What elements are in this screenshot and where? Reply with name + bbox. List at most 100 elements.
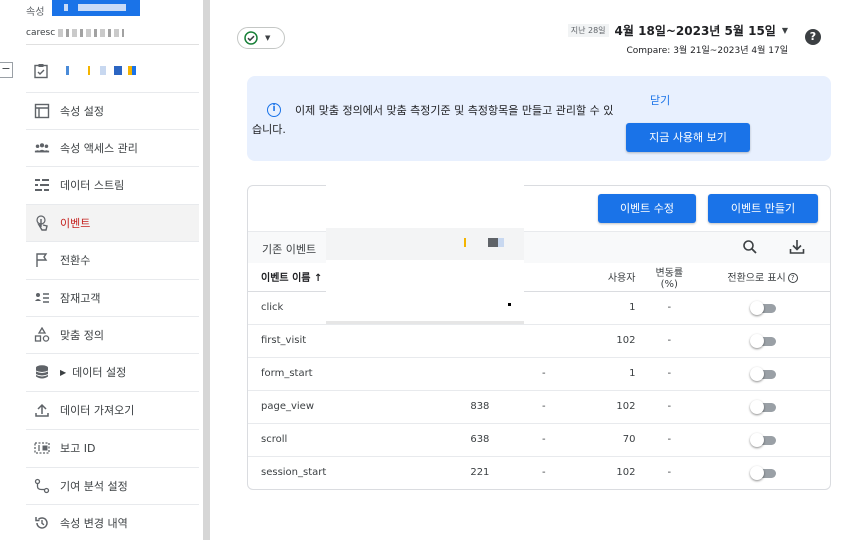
audience-icon (34, 290, 50, 306)
dismiss-link[interactable]: 닫기 (650, 92, 670, 108)
sidebar-item-label: 속성 변경 내역 (60, 517, 128, 530)
sidebar-item-upload[interactable]: 데이터 가져오기 (26, 391, 199, 428)
try-now-button[interactable]: 지금 사용해 보기 (626, 123, 750, 152)
sidebar-item-label: 전환수 (60, 254, 91, 267)
people-icon (34, 140, 50, 156)
event-count-cell (416, 357, 498, 391)
conversion-toggle[interactable] (749, 300, 776, 315)
event-count-change-cell: - (541, 467, 546, 479)
mark-conversion-cell (695, 423, 830, 457)
redacted-mark (508, 303, 511, 306)
event-count-cell: 838 (416, 390, 498, 424)
download-icon[interactable] (788, 238, 806, 256)
conversion-toggle[interactable] (749, 399, 776, 414)
event-name-cell[interactable]: form_start (248, 357, 417, 391)
users-cell: 102 (553, 324, 644, 358)
sidebar-item-label: 데이터 설정 (72, 366, 127, 379)
table-row[interactable]: session_start 221 - 102 - (248, 456, 830, 489)
sidebar-item-people[interactable]: 속성 액세스 관리 (26, 129, 199, 166)
mark-conversion-label: 전환으로 표시 (727, 273, 786, 285)
event-count-cell: 638 (416, 423, 498, 457)
help-circle-icon[interactable]: ? (787, 273, 798, 284)
chevron-down-icon[interactable]: ▼ (782, 26, 788, 35)
toggle-knob (749, 465, 764, 480)
event-name-cell[interactable]: first_visit (248, 324, 417, 358)
event-name-cell[interactable]: page_view (248, 390, 417, 424)
create-event-button[interactable]: 이벤트 만들기 (708, 194, 818, 223)
sidebar-item-attribution[interactable]: 기여 분석 설정 (26, 467, 199, 504)
date-range-picker[interactable]: 지난 28일 4월 18일~2023년 5월 15일 ▼ Compare: 3월… (567, 22, 788, 56)
clipboard-check-icon (33, 63, 49, 79)
info-banner: i 이제 맞춤 정의에서 맞춤 측정기준 및 측정항목을 만들고 관리할 수 있… (247, 76, 831, 161)
help-icon[interactable]: ? (805, 29, 821, 45)
sidebar-item-history[interactable]: 속성 변경 내역 (26, 504, 199, 540)
event-count-change-cell (497, 324, 554, 358)
sidebar-item-shapes[interactable]: 맞춤 정의 (26, 316, 199, 353)
toggle-knob (749, 366, 764, 381)
banner-message: 이제 맞춤 정의에서 맞춤 측정기준 및 측정항목을 만들고 관리할 수 있습니… (252, 104, 614, 136)
sidebar-item-database[interactable]: ▶ 데이터 설정 (26, 353, 199, 390)
toggle-knob (749, 432, 764, 447)
sidebar-item-audience[interactable]: 잠재고객 (26, 279, 199, 316)
table-row[interactable]: first_visit 102- (248, 324, 830, 358)
column-header-mark-conversion: 전환으로 표시? (695, 263, 830, 292)
users-cell: 1 (553, 357, 644, 391)
property-selector[interactable] (52, 0, 140, 16)
sidebar-item-touch[interactable]: 이벤트 (26, 204, 199, 241)
column-header-users[interactable]: 사용자 (553, 263, 644, 292)
sidebar-item-reporting-id[interactable]: 보고 ID (26, 429, 199, 466)
divider (26, 44, 199, 45)
expand-arrow-icon[interactable]: ▶ (60, 368, 66, 377)
users-cell: 102 (616, 467, 636, 479)
streams-icon (34, 177, 50, 193)
date-range-label[interactable]: 4월 18일~2023년 5월 15일 (615, 22, 776, 39)
sidebar-resize-handle[interactable] (203, 0, 210, 540)
existing-events-title: 기존 이벤트 (262, 243, 317, 256)
sidebar-item-flag[interactable]: 전환수 (26, 241, 199, 278)
sidebar-item-label: 속성 설정 (60, 105, 104, 118)
sidebar-item-streams[interactable]: 데이터 스트림 (26, 166, 199, 203)
sidebar-item-label: 보고 ID (60, 442, 96, 455)
conversion-toggle[interactable] (749, 465, 776, 480)
users-change-cell: - (643, 324, 696, 358)
upload-icon (34, 402, 50, 418)
mark-conversion-cell (695, 357, 830, 391)
status-dropdown[interactable]: ▼ (237, 27, 285, 49)
mark-conversion-cell (695, 291, 830, 325)
reporting-id-icon (34, 440, 50, 456)
search-icon[interactable] (741, 238, 759, 256)
compare-range-label: Compare: 3월 21일~2023년 4월 17일 (626, 46, 788, 56)
users-cell: 102 (553, 390, 644, 424)
conversion-toggle[interactable] (749, 432, 776, 447)
sidebar: 속성 caresc − 속성 설정 속성 액세스 관리 데이터 스트림 이벤트 전환수 잠… (0, 0, 203, 540)
column-header-change-pct[interactable]: 변동률(%) (643, 263, 696, 292)
sidebar-item-label: 기여 분석 설정 (60, 480, 128, 493)
users-cell: 70 (553, 423, 644, 457)
table-row[interactable]: form_start -1- (248, 357, 830, 391)
conversion-toggle[interactable] (749, 333, 776, 348)
users-change-cell: - (643, 423, 696, 457)
users-change-cell: - (643, 357, 696, 391)
sidebar-item-window[interactable]: 속성 설정 (26, 92, 199, 129)
collapse-sidebar-button[interactable]: − (0, 62, 13, 78)
redaction-overlay (326, 228, 524, 324)
event-name-cell[interactable]: scroll (248, 423, 417, 457)
mark-conversion-cell (695, 390, 830, 424)
date-preset-chip: 지난 28일 (567, 24, 609, 37)
modify-event-button[interactable]: 이벤트 수정 (598, 194, 696, 223)
conversion-toggle[interactable] (749, 366, 776, 381)
redacted-app-name (66, 66, 136, 75)
redaction-overlay (326, 180, 524, 232)
users-change-cell: - (643, 390, 696, 424)
check-circle-icon (244, 31, 258, 45)
history-icon (34, 515, 50, 531)
toggle-knob (749, 399, 764, 414)
table-row[interactable]: page_view 838-102- (248, 390, 830, 424)
event-name-cell[interactable]: session_start (248, 456, 417, 489)
redacted-account (58, 29, 124, 37)
table-row[interactable]: scroll 638-70- (248, 423, 830, 457)
event-count-change-cell: - (497, 390, 554, 424)
shapes-icon (34, 327, 50, 343)
event-count-change-cell: - (497, 357, 554, 391)
users-cell: 1 (553, 291, 644, 325)
